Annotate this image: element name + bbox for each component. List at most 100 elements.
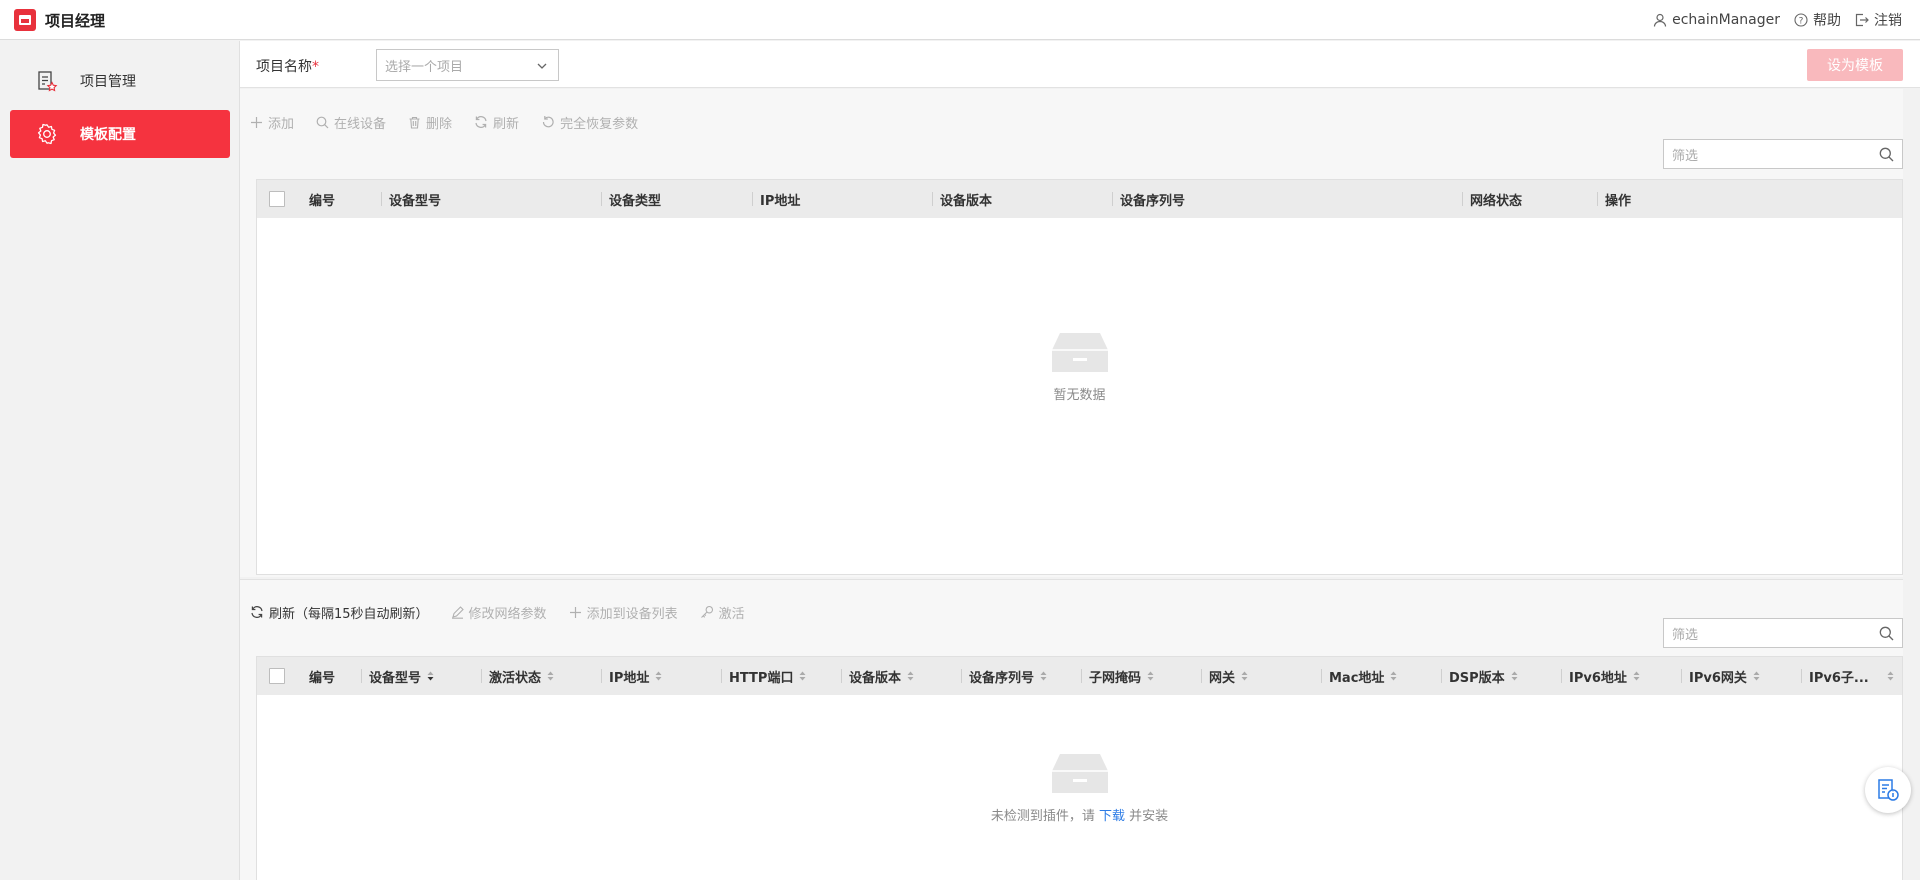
plugin-text-after: 并安装 [1125, 809, 1169, 824]
column-header: 设备序列号 [1111, 180, 1185, 218]
trash-icon [408, 116, 421, 129]
modify-network-button[interactable]: 修改网络参数 [451, 603, 547, 622]
key-icon [700, 605, 714, 619]
column-label: 网关 [1209, 670, 1236, 686]
select-all-checkbox[interactable] [269, 668, 285, 684]
plus-icon [250, 116, 263, 129]
project-bar: 项目名称* 选择一个项目 设为模板 [240, 41, 1920, 88]
floating-info-button[interactable] [1865, 767, 1911, 813]
chevron-down-icon [536, 60, 548, 72]
project-select-placeholder: 选择一个项目 [385, 59, 464, 75]
help-label: 帮助 [1813, 13, 1841, 29]
column-header-sortable[interactable]: 设备序列号 [960, 657, 1047, 695]
logout-label: 注销 [1874, 13, 1902, 29]
restore-defaults-button[interactable]: 完全恢复参数 [541, 113, 638, 132]
online-toolbar: 刷新（每隔15秒自动刷新） 修改网络参数 添加到设备列表 激活 [250, 597, 745, 627]
activate-label: 激活 [718, 606, 745, 622]
device-list-panel: 添加 在线设备 删除 刷新 完全恢复参数 筛选 编号 设备型号 设备类型 IP地… [240, 89, 1903, 577]
header-actions: echainManager ? 帮助 注销 [1653, 0, 1902, 40]
project-name-label-text: 项目名称 [256, 59, 312, 75]
sort-icon [907, 671, 914, 681]
main-content: 项目名称* 选择一个项目 设为模板 添加 在线设备 删除 刷新 完全恢复参数 筛… [240, 41, 1920, 880]
auto-refresh-label: 刷新（每隔15秒自动刷新） [269, 606, 429, 622]
project-name-label: 项目名称* [256, 56, 319, 76]
column-header-sortable[interactable]: IPv6地址 [1561, 657, 1640, 695]
refresh-button[interactable]: 刷新 [474, 113, 519, 132]
device-table-header: 编号 设备型号 设备类型 IP地址 设备版本 设备序列号 网络状态 操作 [257, 180, 1902, 218]
select-all-checkbox[interactable] [269, 191, 285, 207]
column-header: 编号 [309, 657, 335, 695]
column-header-sortable[interactable]: IP地址 [600, 657, 662, 695]
column-header: 编号 [309, 193, 336, 209]
sidebar-item-project-management[interactable]: 项目管理 [10, 57, 230, 105]
device-table: 编号 设备型号 设备类型 IP地址 设备版本 设备序列号 网络状态 操作 暂无数… [256, 179, 1903, 575]
column-header-sortable[interactable]: 设备版本 [840, 657, 914, 695]
user-name: echainManager [1672, 12, 1780, 28]
app-title: 项目经理 [45, 12, 106, 30]
plugin-missing-text: 未检测到插件，请 下载 并安装 [991, 805, 1168, 824]
required-mark: * [312, 59, 319, 75]
restore-defaults-label: 完全恢复参数 [560, 116, 639, 132]
column-label: IP地址 [609, 670, 650, 686]
column-label: IPv6子... [1809, 670, 1869, 686]
help-button[interactable]: ? 帮助 [1794, 10, 1841, 30]
download-link[interactable]: 下载 [1099, 809, 1125, 824]
set-template-button[interactable]: 设为模板 [1807, 49, 1903, 81]
logout-icon [1855, 13, 1869, 27]
svg-text:?: ? [1799, 16, 1804, 26]
restore-icon [541, 115, 555, 129]
column-header-sortable[interactable]: IPv6网关 [1681, 657, 1760, 695]
add-to-list-label: 添加到设备列表 [586, 606, 678, 622]
add-button[interactable]: 添加 [250, 113, 294, 132]
online-device-table: 编号 设备型号 激活状态 IP地址 HTTP端口 设备版本 设备序列号 子网掩码… [256, 656, 1903, 880]
sidebar-item-label: 项目管理 [80, 74, 136, 90]
sort-icon [655, 671, 662, 681]
sort-icon [799, 671, 806, 681]
online-devices-panel: 刷新（每隔15秒自动刷新） 修改网络参数 添加到设备列表 激活 筛选 编号 设备… [240, 579, 1903, 880]
sort-icon [427, 671, 434, 681]
delete-button[interactable]: 删除 [408, 113, 452, 132]
auto-refresh-button[interactable]: 刷新（每隔15秒自动刷新） [250, 603, 429, 622]
column-label: 激活状态 [489, 670, 542, 686]
help-icon: ? [1794, 13, 1808, 27]
column-label: DSP版本 [1449, 670, 1505, 686]
user-icon [1653, 13, 1667, 27]
logout-button[interactable]: 注销 [1855, 10, 1902, 30]
device-filter-input[interactable]: 筛选 [1663, 139, 1903, 169]
column-header: IP地址 [751, 180, 800, 218]
activate-button[interactable]: 激活 [700, 603, 745, 622]
sort-icon [547, 671, 554, 681]
modify-network-label: 修改网络参数 [468, 606, 547, 622]
search-icon[interactable] [1879, 626, 1894, 641]
column-header-sortable[interactable]: DSP版本 [1441, 657, 1518, 695]
sidebar-item-template-config[interactable]: 模板配置 [10, 110, 230, 158]
column-header-sortable[interactable]: 设备型号 [360, 657, 434, 695]
document-info-icon [1876, 778, 1900, 802]
project-list-icon [36, 70, 58, 92]
column-header-sortable[interactable]: 激活状态 [480, 657, 554, 695]
sidebar-item-label: 模板配置 [80, 127, 136, 143]
column-header-sortable[interactable]: HTTP端口 [720, 657, 806, 695]
device-toolbar: 添加 在线设备 删除 刷新 完全恢复参数 [250, 107, 638, 137]
column-label: 设备版本 [849, 670, 902, 686]
sidebar: 项目管理 模板配置 [0, 41, 240, 880]
user-menu[interactable]: echainManager [1653, 12, 1780, 28]
refresh-icon [250, 605, 264, 619]
online-filter-input[interactable]: 筛选 [1663, 618, 1903, 648]
column-label: 编号 [309, 670, 336, 686]
search-icon[interactable] [1879, 147, 1894, 162]
plugin-text-before: 未检测到插件，请 [990, 809, 1099, 824]
column-header-sortable[interactable]: IPv6子... [1801, 657, 1894, 695]
column-header-sortable[interactable]: 子网掩码 [1080, 657, 1154, 695]
online-devices-button[interactable]: 在线设备 [316, 113, 386, 132]
pencil-icon [451, 605, 464, 619]
column-label: Mac地址 [1329, 670, 1385, 686]
column-header-sortable[interactable]: 网关 [1200, 657, 1248, 695]
add-to-list-button[interactable]: 添加到设备列表 [569, 603, 678, 622]
online-table-header: 编号 设备型号 激活状态 IP地址 HTTP端口 设备版本 设备序列号 子网掩码… [257, 657, 1902, 695]
column-header-sortable[interactable]: Mac地址 [1320, 657, 1397, 695]
column-header: 设备型号 [380, 180, 441, 218]
project-select[interactable]: 选择一个项目 [376, 49, 559, 81]
sort-icon [1753, 671, 1760, 681]
sort-icon [1633, 671, 1640, 681]
